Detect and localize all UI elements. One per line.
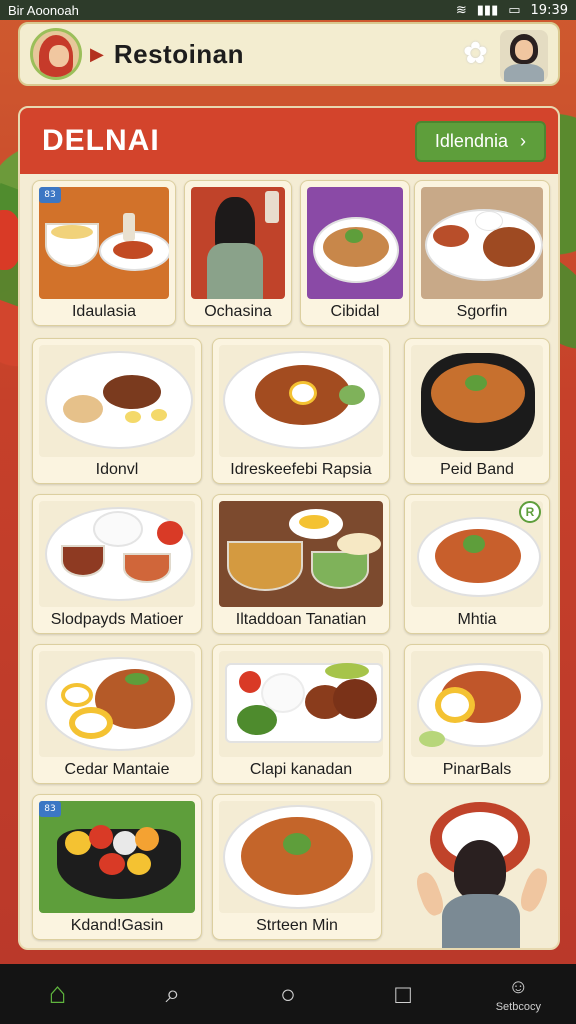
nav-home[interactable]: ⌂ — [28, 969, 88, 1019]
profile-avatar[interactable] — [30, 28, 82, 80]
dish-label: Clapi kanadan — [249, 761, 353, 778]
dish-card[interactable]: 83 Kdand!Gasin — [32, 794, 202, 940]
dish-image — [219, 651, 383, 757]
dish-label: Idaulasia — [71, 303, 137, 320]
dish-image — [39, 187, 169, 299]
panel-title: DELNAI — [42, 124, 160, 157]
user-avatar[interactable] — [500, 30, 548, 82]
card-badge: R — [519, 501, 541, 523]
dish-card[interactable]: Strteen Min — [212, 794, 382, 940]
square-icon: □ — [395, 978, 412, 1009]
nav-recents[interactable]: □ — [373, 969, 433, 1019]
dish-label: Cibidal — [330, 303, 380, 320]
panel-header: DELNAI Idlendnia › — [20, 108, 558, 174]
chevron-right-icon: › — [520, 130, 526, 151]
status-bar: Bir Aoonoah ≋ ▮▮▮ ▭ 19:39 — [0, 0, 576, 20]
dish-card[interactable]: Sgorfin — [414, 180, 550, 326]
person-icon: ☺ — [508, 975, 529, 998]
panel-action-button[interactable]: Idlendnia › — [414, 120, 546, 162]
dish-label: Sgorfin — [456, 303, 508, 320]
dish-card[interactable]: Idonvl — [32, 338, 202, 484]
dish-label: Ochasina — [204, 303, 272, 320]
dish-image — [39, 801, 195, 913]
dish-card[interactable]: PinarBals — [404, 644, 550, 784]
home-icon: ⌂ — [48, 977, 67, 1010]
dish-label: Iltaddoan Tanatian — [235, 611, 367, 628]
dish-label: Strteen Min — [256, 917, 338, 934]
dish-card[interactable]: Cedar Mantaie — [32, 644, 202, 784]
dish-label: PinarBals — [442, 761, 512, 778]
dish-label: Idreskeefebi Rapsia — [230, 461, 372, 478]
status-left-text: Bir Aoonoah — [8, 2, 79, 18]
nav-home-circle[interactable]: ○ — [258, 969, 318, 1019]
dish-image — [219, 801, 375, 913]
dish-label: Cedar Mantaie — [64, 761, 170, 778]
nav-account-label: Setbcocy — [495, 1000, 541, 1013]
dish-card[interactable]: Idreskeefebi Rapsia — [212, 338, 390, 484]
dish-label: Mhtia — [457, 611, 497, 628]
signal-icon: ▮▮▮ — [476, 2, 499, 18]
dish-card[interactable]: Cibidal — [300, 180, 410, 326]
dish-image — [421, 187, 543, 299]
dish-card[interactable]: 83 Idaulasia — [32, 180, 176, 326]
dish-image — [191, 187, 285, 299]
wifi-icon: ≋ — [455, 2, 467, 18]
circle-icon: ○ — [280, 978, 296, 1009]
dish-card[interactable]: Slodpayds Matioer — [32, 494, 202, 634]
card-tag: 83 — [39, 187, 61, 203]
dish-card[interactable]: Ochasina — [184, 180, 292, 326]
dish-image — [219, 501, 383, 607]
dish-image — [39, 501, 195, 607]
dish-image — [39, 345, 195, 457]
panel-action-label: Idlendnia — [434, 130, 508, 151]
dish-card[interactable]: Peid Band — [404, 338, 550, 484]
flower-icon[interactable]: ✿ — [463, 36, 488, 71]
dish-image — [307, 187, 403, 299]
search-icon: ⌕ — [165, 978, 181, 1008]
girl-illustration — [413, 798, 551, 948]
nav-account[interactable]: ☺ Setbcocy — [488, 969, 548, 1019]
dish-label: Idonvl — [95, 461, 139, 478]
app-header: ▶ Restoinan ✿ — [18, 22, 560, 86]
dish-card[interactable]: R Mhtia — [404, 494, 550, 634]
dish-image — [219, 345, 383, 457]
card-tag: 83 — [39, 801, 61, 817]
chevron-right-icon: ▶ — [90, 43, 104, 64]
dish-card[interactable]: Iltaddoan Tanatian — [212, 494, 390, 634]
battery-icon: ▭ — [508, 2, 521, 18]
menu-panel: DELNAI Idlendnia › 83 Idaulasia Ochasina — [18, 106, 560, 950]
dish-label: Peid Band — [440, 461, 514, 478]
dish-image — [411, 345, 543, 457]
nav-search[interactable]: ⌕ — [143, 969, 203, 1019]
dish-image — [39, 651, 195, 757]
status-time: 19:39 — [530, 2, 568, 18]
dish-card[interactable]: Clapi kanadan — [212, 644, 390, 784]
dish-image — [411, 651, 543, 757]
bottom-nav: ⌂ ⌕ ○ □ ☺ Setbcocy — [0, 964, 576, 1024]
dish-label: Kdand!Gasin — [70, 917, 164, 934]
dish-label: Slodpayds Matioer — [50, 611, 184, 628]
app-title: Restoinan — [113, 38, 245, 69]
